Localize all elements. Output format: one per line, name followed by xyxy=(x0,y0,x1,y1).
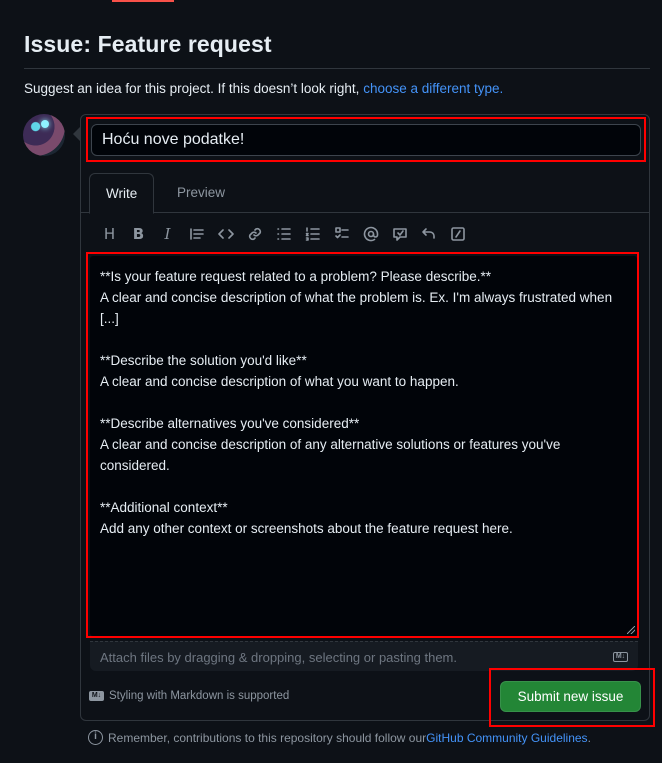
subtitle-text: Suggest an idea for this project. If thi… xyxy=(24,81,364,96)
file-attach-bar[interactable]: Attach files by dragging & dropping, sel… xyxy=(90,641,638,671)
mention-icon[interactable] xyxy=(356,222,385,246)
link-icon[interactable] xyxy=(240,222,269,246)
info-icon: i xyxy=(88,730,103,745)
code-icon[interactable] xyxy=(211,222,240,246)
editor-tabs: Write Preview xyxy=(81,173,649,214)
markdown-toolbar: H B I xyxy=(95,222,472,246)
body-line xyxy=(100,476,627,497)
issue-title-input[interactable] xyxy=(91,124,641,156)
body-line: **Describe the solution you'd like** xyxy=(100,353,307,368)
slash-commands-icon[interactable] xyxy=(443,222,472,246)
heading-glyph: H xyxy=(103,225,116,243)
body-line xyxy=(100,392,627,413)
community-guidelines-link[interactable]: GitHub Community Guidelines xyxy=(426,731,587,745)
attach-files-text: Attach files by dragging & dropping, sel… xyxy=(100,650,457,665)
markdown-supported-note[interactable]: M↓ Styling with Markdown is supported xyxy=(89,690,289,702)
ordered-list-icon[interactable] xyxy=(298,222,327,246)
avatar[interactable] xyxy=(23,114,65,156)
issue-form-page: Issue: Feature request Suggest an idea f… xyxy=(0,0,662,763)
markdown-icon: M↓ xyxy=(613,652,628,662)
heading-icon[interactable]: H xyxy=(95,222,124,246)
body-line: A clear and concise description of what … xyxy=(100,374,459,389)
footer-text: Remember, contributions to this reposito… xyxy=(108,730,427,745)
body-line: A clear and concise description of any a… xyxy=(100,437,565,473)
task-list-icon[interactable] xyxy=(327,222,356,246)
title-divider xyxy=(24,68,650,69)
active-tab-indicator xyxy=(112,0,174,2)
resize-handle[interactable] xyxy=(627,626,635,634)
quote-icon[interactable] xyxy=(182,222,211,246)
footer-period: . xyxy=(587,730,591,745)
body-line xyxy=(100,329,627,350)
bold-glyph: B xyxy=(132,225,145,243)
markdown-note-text: Styling with Markdown is supported xyxy=(109,690,290,702)
body-line: **Additional context** xyxy=(100,500,228,515)
bold-icon[interactable]: B xyxy=(124,222,153,246)
body-line: Add any other context or screenshots abo… xyxy=(100,521,513,536)
body-line: A clear and concise description of what … xyxy=(100,290,616,326)
reference-icon[interactable] xyxy=(385,222,414,246)
choose-type-link[interactable]: choose a different type. xyxy=(363,81,503,96)
body-line: **Is your feature request related to a p… xyxy=(100,269,491,284)
page-subtitle: Suggest an idea for this project. If thi… xyxy=(24,81,503,96)
page-title: Issue: Feature request xyxy=(24,31,272,57)
body-line: **Describe alternatives you've considere… xyxy=(100,416,360,431)
submit-new-issue-button[interactable]: Submit new issue xyxy=(500,681,641,712)
submit-highlight: Submit new issue xyxy=(489,668,655,727)
markdown-icon: M↓ xyxy=(89,691,104,701)
tab-write[interactable]: Write xyxy=(89,173,155,214)
italic-glyph: I xyxy=(164,225,171,243)
issue-body-textarea[interactable]: **Is your feature request related to a p… xyxy=(90,256,637,636)
avatar-glow xyxy=(41,120,49,128)
tab-preview[interactable]: Preview xyxy=(161,173,241,213)
undo-icon[interactable] xyxy=(414,222,443,246)
unordered-list-icon[interactable] xyxy=(269,222,298,246)
italic-icon[interactable]: I xyxy=(153,222,182,246)
issue-title-highlight xyxy=(86,117,646,162)
contribution-guidelines-note: i Remember, contributions to this reposi… xyxy=(88,730,591,745)
issue-body-highlight: **Is your feature request related to a p… xyxy=(86,252,639,638)
